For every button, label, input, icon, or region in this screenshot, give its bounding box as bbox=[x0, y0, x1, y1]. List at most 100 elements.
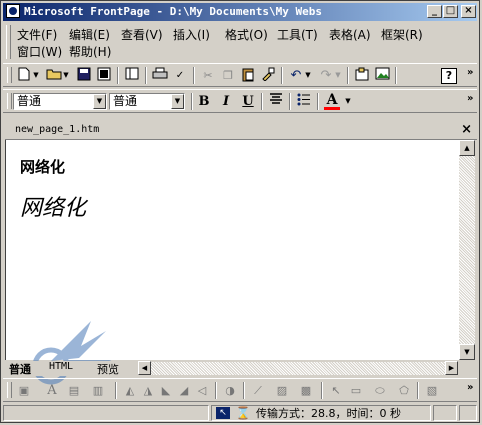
spelling-icon[interactable]: ✓ bbox=[171, 67, 189, 84]
document-tab-bar: new_page_1.htm × bbox=[5, 122, 477, 140]
chevron-more-icon[interactable]: » bbox=[467, 382, 473, 393]
menu-insert[interactable]: 插入(I) bbox=[173, 26, 210, 43]
status-empty-panel bbox=[459, 405, 477, 421]
scroll-left-icon[interactable]: ◀ bbox=[138, 361, 151, 375]
minimize-button[interactable]: _ bbox=[427, 5, 442, 18]
menu-table[interactable]: 表格(A) bbox=[329, 26, 371, 43]
toolbar-grip[interactable] bbox=[7, 382, 12, 398]
toolbar-grip[interactable] bbox=[7, 93, 12, 109]
tab-html[interactable]: HTML bbox=[49, 361, 73, 372]
tab-normal[interactable]: 普通 bbox=[9, 361, 31, 377]
toolbar-separator bbox=[321, 382, 323, 399]
rotate-right-icon[interactable]: ◮ bbox=[139, 382, 157, 399]
flip-horizontal-icon[interactable]: ◣ bbox=[157, 382, 175, 399]
undo-dropdown-icon[interactable]: ▼ bbox=[303, 67, 313, 84]
print-icon[interactable] bbox=[151, 67, 169, 84]
menu-bar: 文件(F) 编辑(E) 查看(V) 插入(I) 格式(O) 工具(T) 表格(A… bbox=[3, 23, 477, 61]
align-center-icon[interactable] bbox=[267, 93, 285, 110]
tab-preview[interactable]: 预览 bbox=[97, 361, 119, 377]
menu-edit[interactable]: 编辑(E) bbox=[69, 26, 110, 43]
toolbar-separator bbox=[243, 382, 245, 399]
italic-button[interactable]: I bbox=[217, 93, 235, 110]
new-dropdown-icon[interactable]: ▼ bbox=[31, 67, 41, 84]
ellipse-icon[interactable]: ⬭ bbox=[371, 382, 389, 399]
font-select-value: 普通 bbox=[113, 94, 138, 108]
maximize-button[interactable]: □ bbox=[443, 5, 458, 18]
title-bar[interactable]: Microsoft FrontPage - D:\My Documents\My… bbox=[3, 3, 477, 21]
font-color-label: A bbox=[326, 92, 338, 108]
chevron-down-icon[interactable]: ▼ bbox=[93, 94, 106, 109]
menu-window[interactable]: 窗口(W) bbox=[17, 43, 62, 60]
chevron-more-icon[interactable]: » bbox=[467, 67, 473, 78]
save-icon[interactable] bbox=[75, 67, 93, 84]
scroll-down-icon[interactable]: ▼ bbox=[459, 344, 475, 360]
menu-help[interactable]: 帮助(H) bbox=[69, 43, 111, 60]
bring-forward-icon[interactable]: ◁ bbox=[193, 382, 211, 399]
position-absolute-icon[interactable]: ▥ bbox=[89, 382, 107, 399]
hotspot-icon[interactable]: ▧ bbox=[423, 382, 441, 399]
scroll-right-icon[interactable]: ▶ bbox=[445, 361, 458, 375]
status-bar: ↖ ⌛ 传输方式：28.8，时间：0 秒 bbox=[3, 404, 477, 422]
flip-vertical-icon[interactable]: ◢ bbox=[175, 382, 193, 399]
cut-icon[interactable]: ✂ bbox=[199, 67, 217, 84]
contrast-icon[interactable]: ◑ bbox=[221, 382, 239, 399]
toolbar-grip[interactable] bbox=[7, 67, 12, 83]
frontpage-app-icon[interactable] bbox=[6, 4, 20, 18]
insert-picture-icon[interactable]: ▣ bbox=[15, 382, 33, 399]
black-white-icon[interactable]: ▩ bbox=[297, 382, 315, 399]
heading-italic-text[interactable]: 网络化 bbox=[20, 190, 86, 222]
text-tool-icon[interactable]: A bbox=[43, 382, 61, 399]
format-painter-icon[interactable] bbox=[259, 67, 277, 84]
folder-list-icon[interactable] bbox=[123, 67, 141, 84]
menu-format[interactable]: 格式(O) bbox=[225, 26, 268, 43]
toolbar-separator bbox=[145, 67, 147, 84]
polygon-icon[interactable]: ⬠ bbox=[395, 382, 413, 399]
horizontal-scrollbar[interactable]: ◀ ▶ bbox=[138, 361, 458, 375]
window-title: Microsoft FrontPage - D:\My Documents\My… bbox=[24, 5, 323, 18]
menu-grip[interactable] bbox=[6, 25, 11, 59]
scroll-up-icon[interactable]: ▲ bbox=[459, 140, 475, 156]
heading-bold-text[interactable]: 网络化 bbox=[20, 156, 65, 177]
chevron-down-icon[interactable]: ▼ bbox=[171, 94, 184, 109]
close-button[interactable]: × bbox=[461, 5, 476, 18]
bullet-list-icon[interactable] bbox=[295, 93, 313, 110]
open-dropdown-icon[interactable]: ▼ bbox=[61, 67, 71, 84]
insert-component-icon[interactable] bbox=[353, 67, 371, 84]
menu-view[interactable]: 查看(V) bbox=[121, 26, 163, 43]
copy-icon[interactable]: ❐ bbox=[219, 67, 237, 84]
help-icon[interactable]: ? bbox=[441, 68, 457, 84]
style-select-value: 普通 bbox=[17, 94, 42, 108]
font-color-dropdown-icon[interactable]: ▼ bbox=[343, 93, 353, 110]
rotate-left-icon[interactable]: ◭ bbox=[121, 382, 139, 399]
set-transparent-icon[interactable]: ▨ bbox=[273, 382, 291, 399]
menu-tools[interactable]: 工具(T) bbox=[277, 26, 318, 43]
toolbar-separator bbox=[193, 67, 195, 84]
publish-icon[interactable] bbox=[95, 67, 113, 84]
toolbar-separator bbox=[281, 67, 283, 84]
document-close-icon[interactable]: × bbox=[461, 122, 472, 137]
chevron-more-icon[interactable]: » bbox=[467, 93, 473, 104]
redo-dropdown-icon[interactable]: ▼ bbox=[333, 67, 343, 84]
toolbar-separator bbox=[417, 382, 419, 399]
menu-file[interactable]: 文件(F) bbox=[17, 26, 57, 43]
connection-icon: ↖ bbox=[216, 407, 230, 419]
underline-button[interactable]: U bbox=[239, 93, 257, 110]
hourglass-icon: ⌛ bbox=[235, 406, 251, 420]
bold-button[interactable]: B bbox=[195, 93, 213, 110]
menu-frames[interactable]: 框架(R) bbox=[381, 26, 423, 43]
font-select[interactable]: 普通 ▼ bbox=[109, 93, 185, 110]
drawing-toolbar: ▣ A ▤ ▥ ◭ ◮ ◣ ◢ ◁ ◑ ⟋ ▨ ▩ ↖ ▭ ⬭ ⬠ ▧ » bbox=[3, 378, 477, 402]
insert-picture-icon[interactable] bbox=[373, 67, 391, 84]
toolbar-separator bbox=[289, 93, 291, 110]
crop-icon[interactable]: ⟋ bbox=[249, 382, 267, 399]
select-arrow-icon[interactable]: ↖ bbox=[327, 382, 345, 399]
document-tab[interactable]: new_page_1.htm bbox=[15, 124, 99, 135]
standard-toolbar: ▼ ▼ ✓ ✂ ❐ ↶ ▼ ↷ ▼ ? » bbox=[3, 63, 477, 87]
vertical-scrollbar[interactable]: ▲ ▼ bbox=[459, 140, 475, 360]
rectangle-icon[interactable]: ▭ bbox=[347, 382, 365, 399]
font-color-button[interactable]: A bbox=[323, 93, 341, 110]
paste-icon[interactable] bbox=[239, 67, 257, 84]
status-transfer-panel: ↖ ⌛ 传输方式：28.8，时间：0 秒 bbox=[211, 405, 431, 421]
style-select[interactable]: 普通 ▼ bbox=[13, 93, 107, 110]
thumbnail-icon[interactable]: ▤ bbox=[65, 382, 83, 399]
